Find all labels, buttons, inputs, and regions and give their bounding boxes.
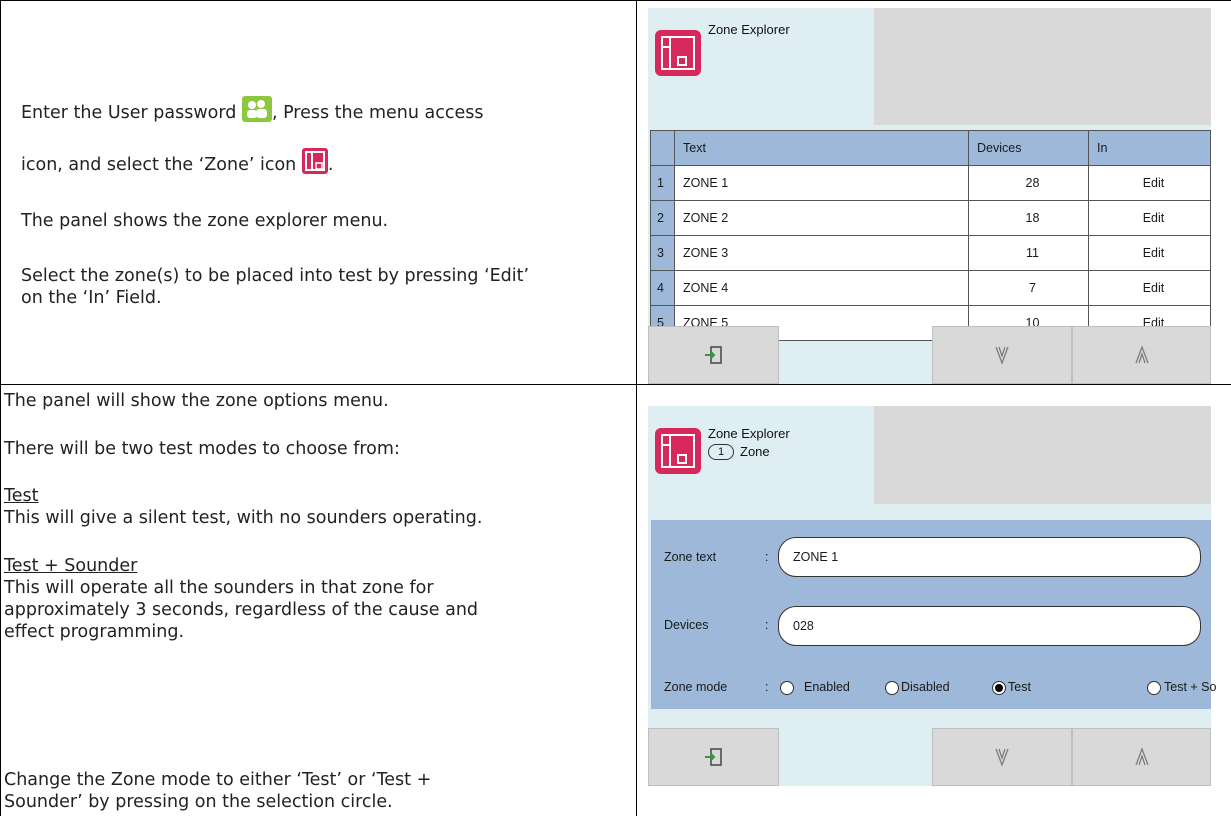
table-row: 3 ZONE 3 11 Edit xyxy=(650,235,1211,271)
instruction-para-3-line-1: Select the zone(s) to be placed into tes… xyxy=(21,266,530,286)
edit-button[interactable]: Edit xyxy=(1088,200,1211,236)
test-sounder-desc-3: effect programming. xyxy=(4,622,185,642)
exit-icon xyxy=(704,748,722,766)
devices-field[interactable]: 028 xyxy=(778,606,1201,646)
zone-icon xyxy=(655,428,701,474)
radio-test-label: Test xyxy=(1008,680,1031,694)
zone-word: Zone xyxy=(740,444,770,459)
exit-button[interactable] xyxy=(648,728,779,786)
zone-icon xyxy=(301,148,328,174)
radio-test[interactable] xyxy=(992,681,1006,695)
table-header: Text Devices In xyxy=(650,130,1211,166)
test-heading: Test xyxy=(4,486,39,506)
scroll-up-button[interactable] xyxy=(1072,326,1211,384)
users-icon xyxy=(241,96,272,122)
zone-text-label: Zone text xyxy=(664,550,717,564)
chevron-down-icon xyxy=(995,346,1009,365)
scroll-up-button[interactable] xyxy=(1072,728,1211,786)
panel2-title: Zone Explorer xyxy=(708,426,790,441)
zone-icon xyxy=(655,30,701,76)
two-modes-text: There will be two test modes to choose f… xyxy=(4,439,400,459)
chevron-down-icon xyxy=(995,748,1009,767)
exit-button[interactable] xyxy=(648,326,779,384)
panel-title: Zone Explorer xyxy=(708,22,790,37)
zone-table: Text Devices In 1 ZONE 1 28 Edit 2 ZONE … xyxy=(650,130,1211,341)
panel-header-grey xyxy=(874,8,1211,125)
colon: : xyxy=(765,550,769,564)
scroll-down-button[interactable] xyxy=(932,728,1072,786)
change-mode-2: Sounder’ by pressing on the selection ci… xyxy=(4,792,393,812)
test-description: This will give a silent test, with no so… xyxy=(4,508,483,528)
instruction-line-2: icon, and select the ‘Zone’ icon . xyxy=(21,148,621,176)
grid-row-divider xyxy=(0,384,1231,385)
col-text: Text xyxy=(674,130,969,166)
chevron-up-icon xyxy=(1134,345,1149,364)
test-sounder-desc-2: approximately 3 seconds, regardless of t… xyxy=(4,600,479,620)
grid-top xyxy=(0,0,1231,1)
col-devices: Devices xyxy=(968,130,1089,166)
instruction-para-2: The panel shows the zone explorer menu. xyxy=(21,211,389,231)
edit-button[interactable]: Edit xyxy=(1088,270,1211,306)
scroll-down-button[interactable] xyxy=(932,326,1072,384)
change-mode-1: Change the Zone mode to either ‘Test’ or… xyxy=(4,770,432,790)
zone-text-field[interactable]: ZONE 1 xyxy=(778,537,1201,577)
table-row: 1 ZONE 1 28 Edit xyxy=(650,165,1211,201)
instruction-para-3-line-2: on the ‘In’ Field. xyxy=(21,288,162,308)
grid-vertical-mid xyxy=(636,0,637,816)
panel2-header-grey xyxy=(874,406,1211,504)
edit-button[interactable]: Edit xyxy=(1088,165,1211,201)
radio-test-sounder[interactable] xyxy=(1147,681,1161,695)
radio-test-sounder-label: Test + So xyxy=(1164,680,1217,694)
col-in: In xyxy=(1088,130,1211,166)
devices-label: Devices xyxy=(664,618,709,632)
radio-disabled[interactable] xyxy=(885,681,899,695)
exit-icon xyxy=(704,346,722,364)
zone-number-badge: 1 xyxy=(708,444,734,460)
edit-button[interactable]: Edit xyxy=(1088,235,1211,271)
zone-mode-label: Zone mode xyxy=(664,680,728,694)
test-sounder-heading: Test + Sounder xyxy=(4,556,138,576)
radio-disabled-label: Disabled xyxy=(901,680,950,694)
radio-enabled[interactable] xyxy=(780,681,794,695)
colon: : xyxy=(765,680,769,694)
instruction-line-1: Enter the User password , Press the menu… xyxy=(21,96,621,124)
table-row: 2 ZONE 2 18 Edit xyxy=(650,200,1211,236)
radio-enabled-label: Enabled xyxy=(804,680,850,694)
options-intro: The panel will show the zone options men… xyxy=(4,391,389,411)
chevron-up-icon xyxy=(1134,747,1149,766)
colon: : xyxy=(765,618,769,632)
grid-vertical-left xyxy=(0,0,1,816)
table-row: 4 ZONE 4 7 Edit xyxy=(650,270,1211,306)
test-sounder-desc-1: This will operate all the sounders in th… xyxy=(4,578,434,598)
